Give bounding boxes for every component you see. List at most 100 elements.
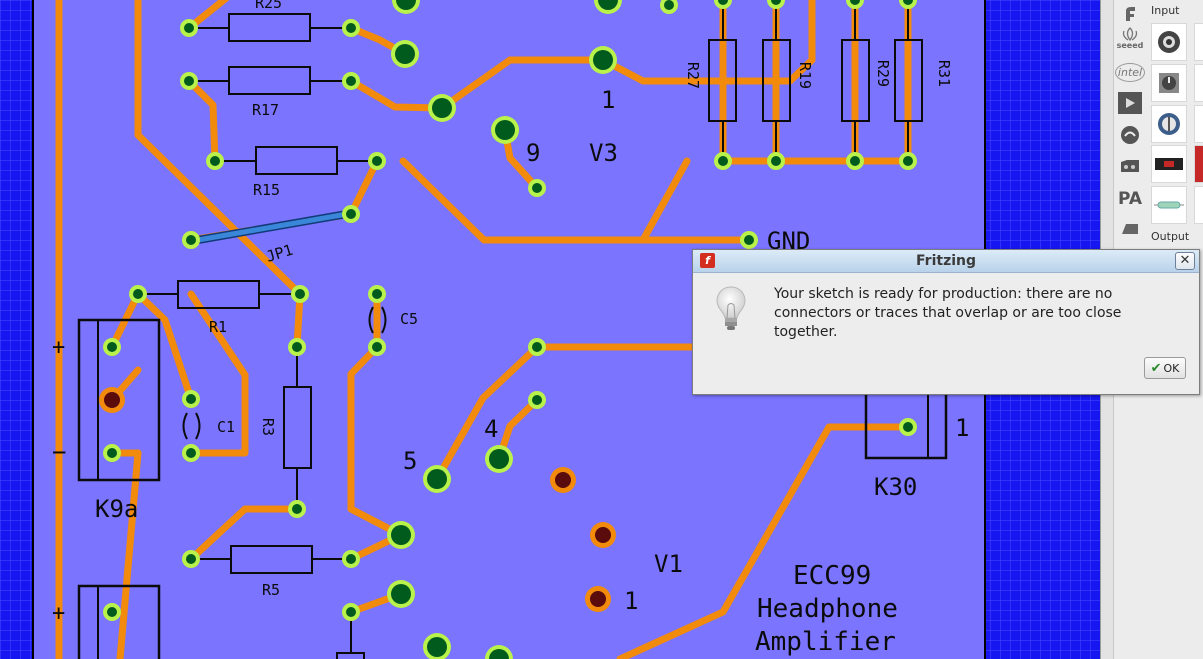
label-v3-pin1: 1: [601, 86, 615, 114]
pad-large-hole: [489, 449, 509, 469]
pa-icon[interactable]: PA: [1116, 185, 1144, 213]
label-r31: R31: [935, 60, 953, 87]
pad-large-hole: [432, 98, 452, 118]
pad-unrouted-hole: [104, 392, 120, 408]
label-r29: R29: [874, 60, 892, 87]
dialog-titlebar[interactable]: f Fritzing ✕: [693, 250, 1199, 273]
pad-hole: [292, 342, 302, 352]
pad-large-hole: [391, 584, 411, 604]
dialog-message: Your sketch is ready for production: the…: [774, 286, 1122, 340]
dialog-title: Fritzing: [916, 253, 976, 269]
pad-hole: [718, 156, 728, 166]
pad-large-hole: [395, 44, 415, 64]
pad-hole: [771, 156, 781, 166]
section-input-label: Input: [1151, 4, 1180, 17]
trimmer-part-icon[interactable]: [1151, 105, 1187, 143]
reed-switch-part-icon[interactable]: [1151, 186, 1187, 224]
label-k9a: K9a: [95, 495, 138, 523]
pad-hole: [184, 76, 194, 86]
intel-icon[interactable]: intel: [1114, 58, 1146, 86]
label-r5: R5: [262, 581, 280, 599]
pad-hole: [186, 394, 196, 404]
pad-hole: [532, 395, 542, 405]
part-col2-1-icon[interactable]: [1194, 23, 1203, 61]
seeed-icon[interactable]: seeed: [1116, 24, 1144, 52]
pad-hole: [184, 23, 194, 33]
label-plus-2: +: [52, 601, 65, 626]
pcb-icon[interactable]: [1116, 153, 1144, 181]
label-v1-pin1: 1: [624, 587, 638, 615]
part-col2-3-icon[interactable]: [1194, 105, 1203, 143]
intel-label: intel: [1114, 62, 1146, 82]
part-col2-4-icon[interactable]: [1194, 145, 1203, 183]
pad-hole: [346, 607, 356, 617]
pad-unrouted-hole: [590, 591, 606, 607]
pad-hole: [372, 156, 382, 166]
production-ready-dialog[interactable]: f Fritzing ✕ Your sketch is ready for pr…: [692, 249, 1200, 395]
pad-hole: [372, 289, 382, 299]
label-minus: −: [52, 438, 66, 466]
pad-hole: [372, 342, 382, 352]
label-r25: R25: [255, 0, 282, 12]
pad-hole: [744, 235, 754, 245]
checkmark-icon: ✔: [1150, 360, 1162, 376]
lightbulb-icon: [715, 285, 747, 337]
pad-hole: [133, 289, 143, 299]
pad-large-hole: [427, 637, 447, 657]
pad-hole: [346, 23, 356, 33]
pad-unrouted-hole: [555, 472, 571, 488]
pad-hole: [532, 342, 542, 352]
label-title-1: ECC99: [793, 561, 871, 591]
rotary-encoder-part-icon[interactable]: [1151, 23, 1187, 61]
pad-hole: [346, 76, 356, 86]
label-r19: R19: [796, 62, 814, 89]
pad-large-hole: [495, 120, 515, 140]
potentiometer-part-icon[interactable]: [1151, 64, 1187, 102]
pad-hole: [186, 235, 196, 245]
part-col2-2-icon[interactable]: [1194, 64, 1203, 102]
pad-hole: [903, 156, 913, 166]
label-r17: R17: [252, 101, 279, 119]
label-r27: R27: [684, 62, 702, 89]
pad-hole: [532, 183, 542, 193]
label-title-3: Amplifier: [755, 627, 896, 657]
label-r15: R15: [253, 181, 280, 199]
label-v1: V1: [654, 550, 683, 578]
pad-hole: [664, 0, 674, 10]
pad-hole: [107, 607, 117, 617]
sensor-part-icon[interactable]: [1151, 145, 1187, 183]
play-icon[interactable]: [1116, 89, 1144, 117]
label-v3: V3: [589, 139, 618, 167]
label-r1: R1: [209, 318, 227, 336]
core-icon[interactable]: [1116, 215, 1144, 243]
label-pin9: 9: [526, 139, 540, 167]
pad-hole: [850, 156, 860, 166]
pad-large-hole: [391, 525, 411, 545]
pad-hole: [903, 422, 913, 432]
pad-hole: [292, 504, 302, 514]
seeed-label: seeed: [1116, 40, 1144, 50]
pad-hole: [346, 554, 356, 564]
part-col2-5-icon[interactable]: [1194, 186, 1203, 224]
mic-icon[interactable]: [1116, 121, 1144, 149]
pad-large-hole: [427, 469, 447, 489]
pad-hole: [186, 448, 196, 458]
pa-label: PA: [1117, 189, 1143, 209]
label-r3: R3: [259, 418, 277, 436]
label-plus-1: +: [52, 335, 65, 360]
label-c1: C1: [217, 418, 235, 436]
pad-hole: [107, 342, 117, 352]
pad-unrouted-hole: [595, 527, 611, 543]
ok-button-label: OK: [1163, 361, 1180, 375]
close-icon[interactable]: ✕: [1175, 252, 1195, 270]
pad-hole: [346, 209, 356, 219]
label-c5: C5: [400, 310, 418, 328]
label-title-2: Headphone: [757, 594, 898, 624]
pad-hole: [186, 554, 196, 564]
pad-hole: [107, 448, 117, 458]
label-pin5: 5: [403, 447, 417, 475]
label-k30-pin1: 1: [955, 414, 969, 442]
ok-button[interactable]: ✔ OK: [1144, 357, 1186, 379]
label-pin4: 4: [484, 415, 498, 443]
section-output-label: Output: [1151, 230, 1190, 243]
